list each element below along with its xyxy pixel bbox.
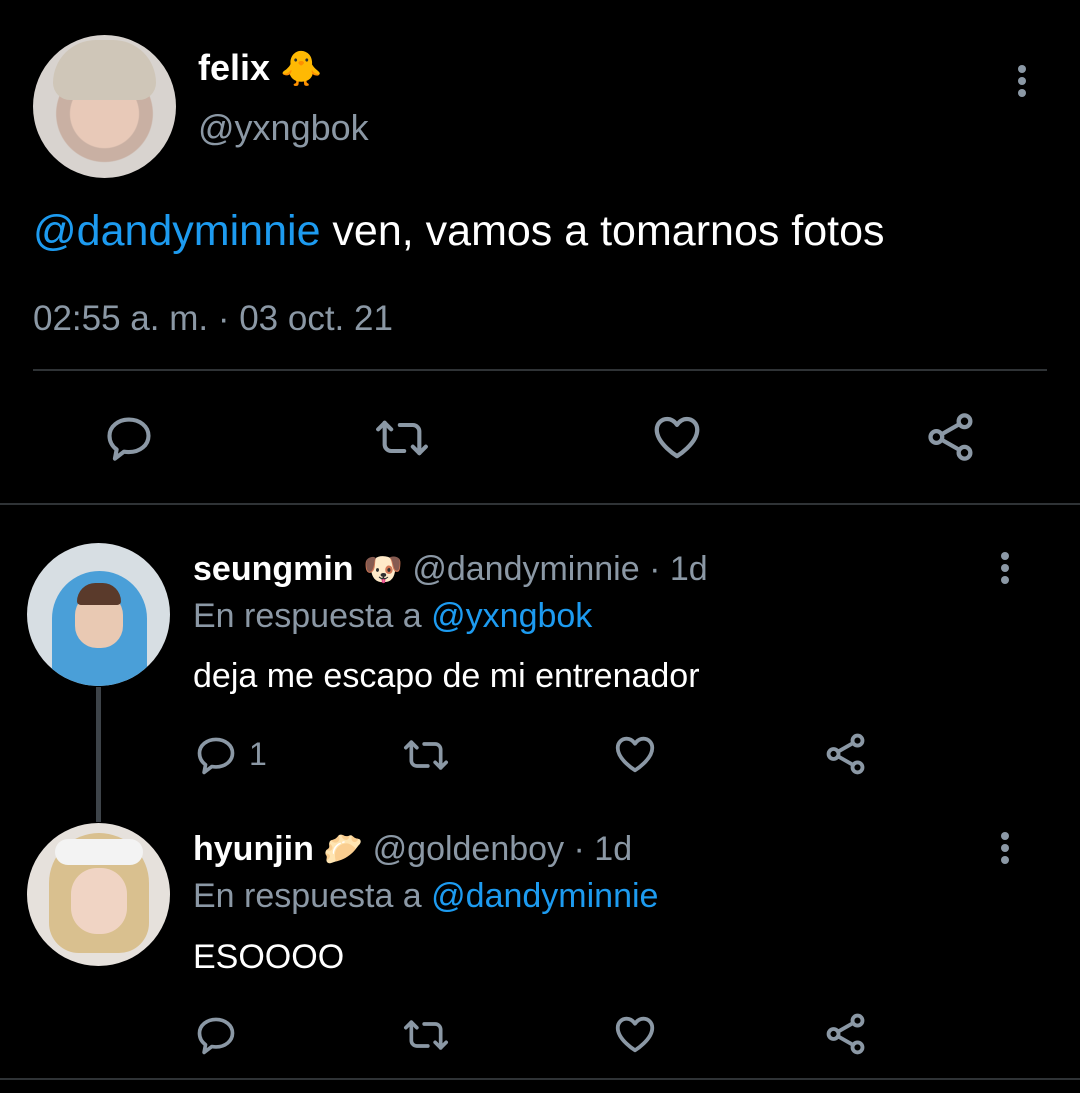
main-timestamp[interactable]: 02:55 a. m. · 03 oct. 21 (33, 299, 393, 339)
chick-emoji: 🐥 (280, 50, 323, 88)
like-icon[interactable] (612, 1011, 658, 1057)
share-icon[interactable] (823, 731, 869, 777)
reply-to-link[interactable]: @yxngbok (431, 597, 592, 635)
reply-2-header: hyunjin 🥟 @goldenboy · 1d (193, 829, 632, 869)
more-options-icon[interactable] (1017, 65, 1027, 97)
main-tweet-text: @dandyminnie ven, vamos a tomarnos fotos (33, 207, 885, 255)
more-options-icon[interactable] (1000, 552, 1010, 584)
like-icon[interactable] (612, 731, 658, 777)
reply-1-in-reply-to: En respuesta a @yxngbok (193, 597, 593, 635)
reply-1-display-name[interactable]: seungmin (193, 550, 354, 588)
reply-2-text: ESOOOO (193, 938, 345, 976)
main-display-name[interactable]: felix 🐥 (198, 48, 322, 89)
reply-2-handle-time[interactable]: @goldenboy · 1d (373, 830, 632, 868)
more-options-icon[interactable] (1000, 832, 1010, 864)
reply-to-link[interactable]: @dandyminnie (431, 877, 658, 915)
reply-1-header: seungmin 🐶 @dandyminnie · 1d (193, 549, 708, 589)
reply-2-display-name[interactable]: hyunjin (193, 830, 314, 868)
bottom-divider (0, 1078, 1080, 1080)
avatar-felix[interactable] (33, 35, 176, 178)
dog-emoji: 🐶 (363, 551, 403, 587)
like-icon[interactable] (650, 410, 704, 464)
avatar-hyunjin[interactable] (27, 823, 170, 966)
retweet-icon[interactable] (400, 1013, 452, 1057)
retweet-icon[interactable] (400, 733, 452, 777)
reply-1-text: deja me escapo de mi entrenador (193, 657, 700, 695)
main-handle[interactable]: @yxngbok (198, 108, 369, 148)
reply-1-reply-count: 1 (249, 736, 267, 772)
retweet-icon[interactable] (371, 412, 433, 464)
timestamp-divider (33, 369, 1047, 371)
avatar-seungmin[interactable] (27, 543, 170, 686)
share-icon[interactable] (924, 410, 978, 464)
reply-2-in-reply-to: En respuesta a @dandyminnie (193, 877, 659, 915)
thread-connector-line (96, 687, 101, 822)
share-icon[interactable] (823, 1011, 869, 1057)
section-divider (0, 503, 1080, 505)
mention-link[interactable]: @dandyminnie (33, 207, 320, 255)
reply-icon[interactable] (194, 1013, 238, 1057)
dumpling-emoji: 🥟 (323, 831, 364, 867)
reply-icon[interactable] (194, 733, 238, 777)
reply-1-handle-time[interactable]: @dandyminnie · 1d (412, 550, 707, 588)
reply-icon[interactable] (103, 412, 155, 464)
